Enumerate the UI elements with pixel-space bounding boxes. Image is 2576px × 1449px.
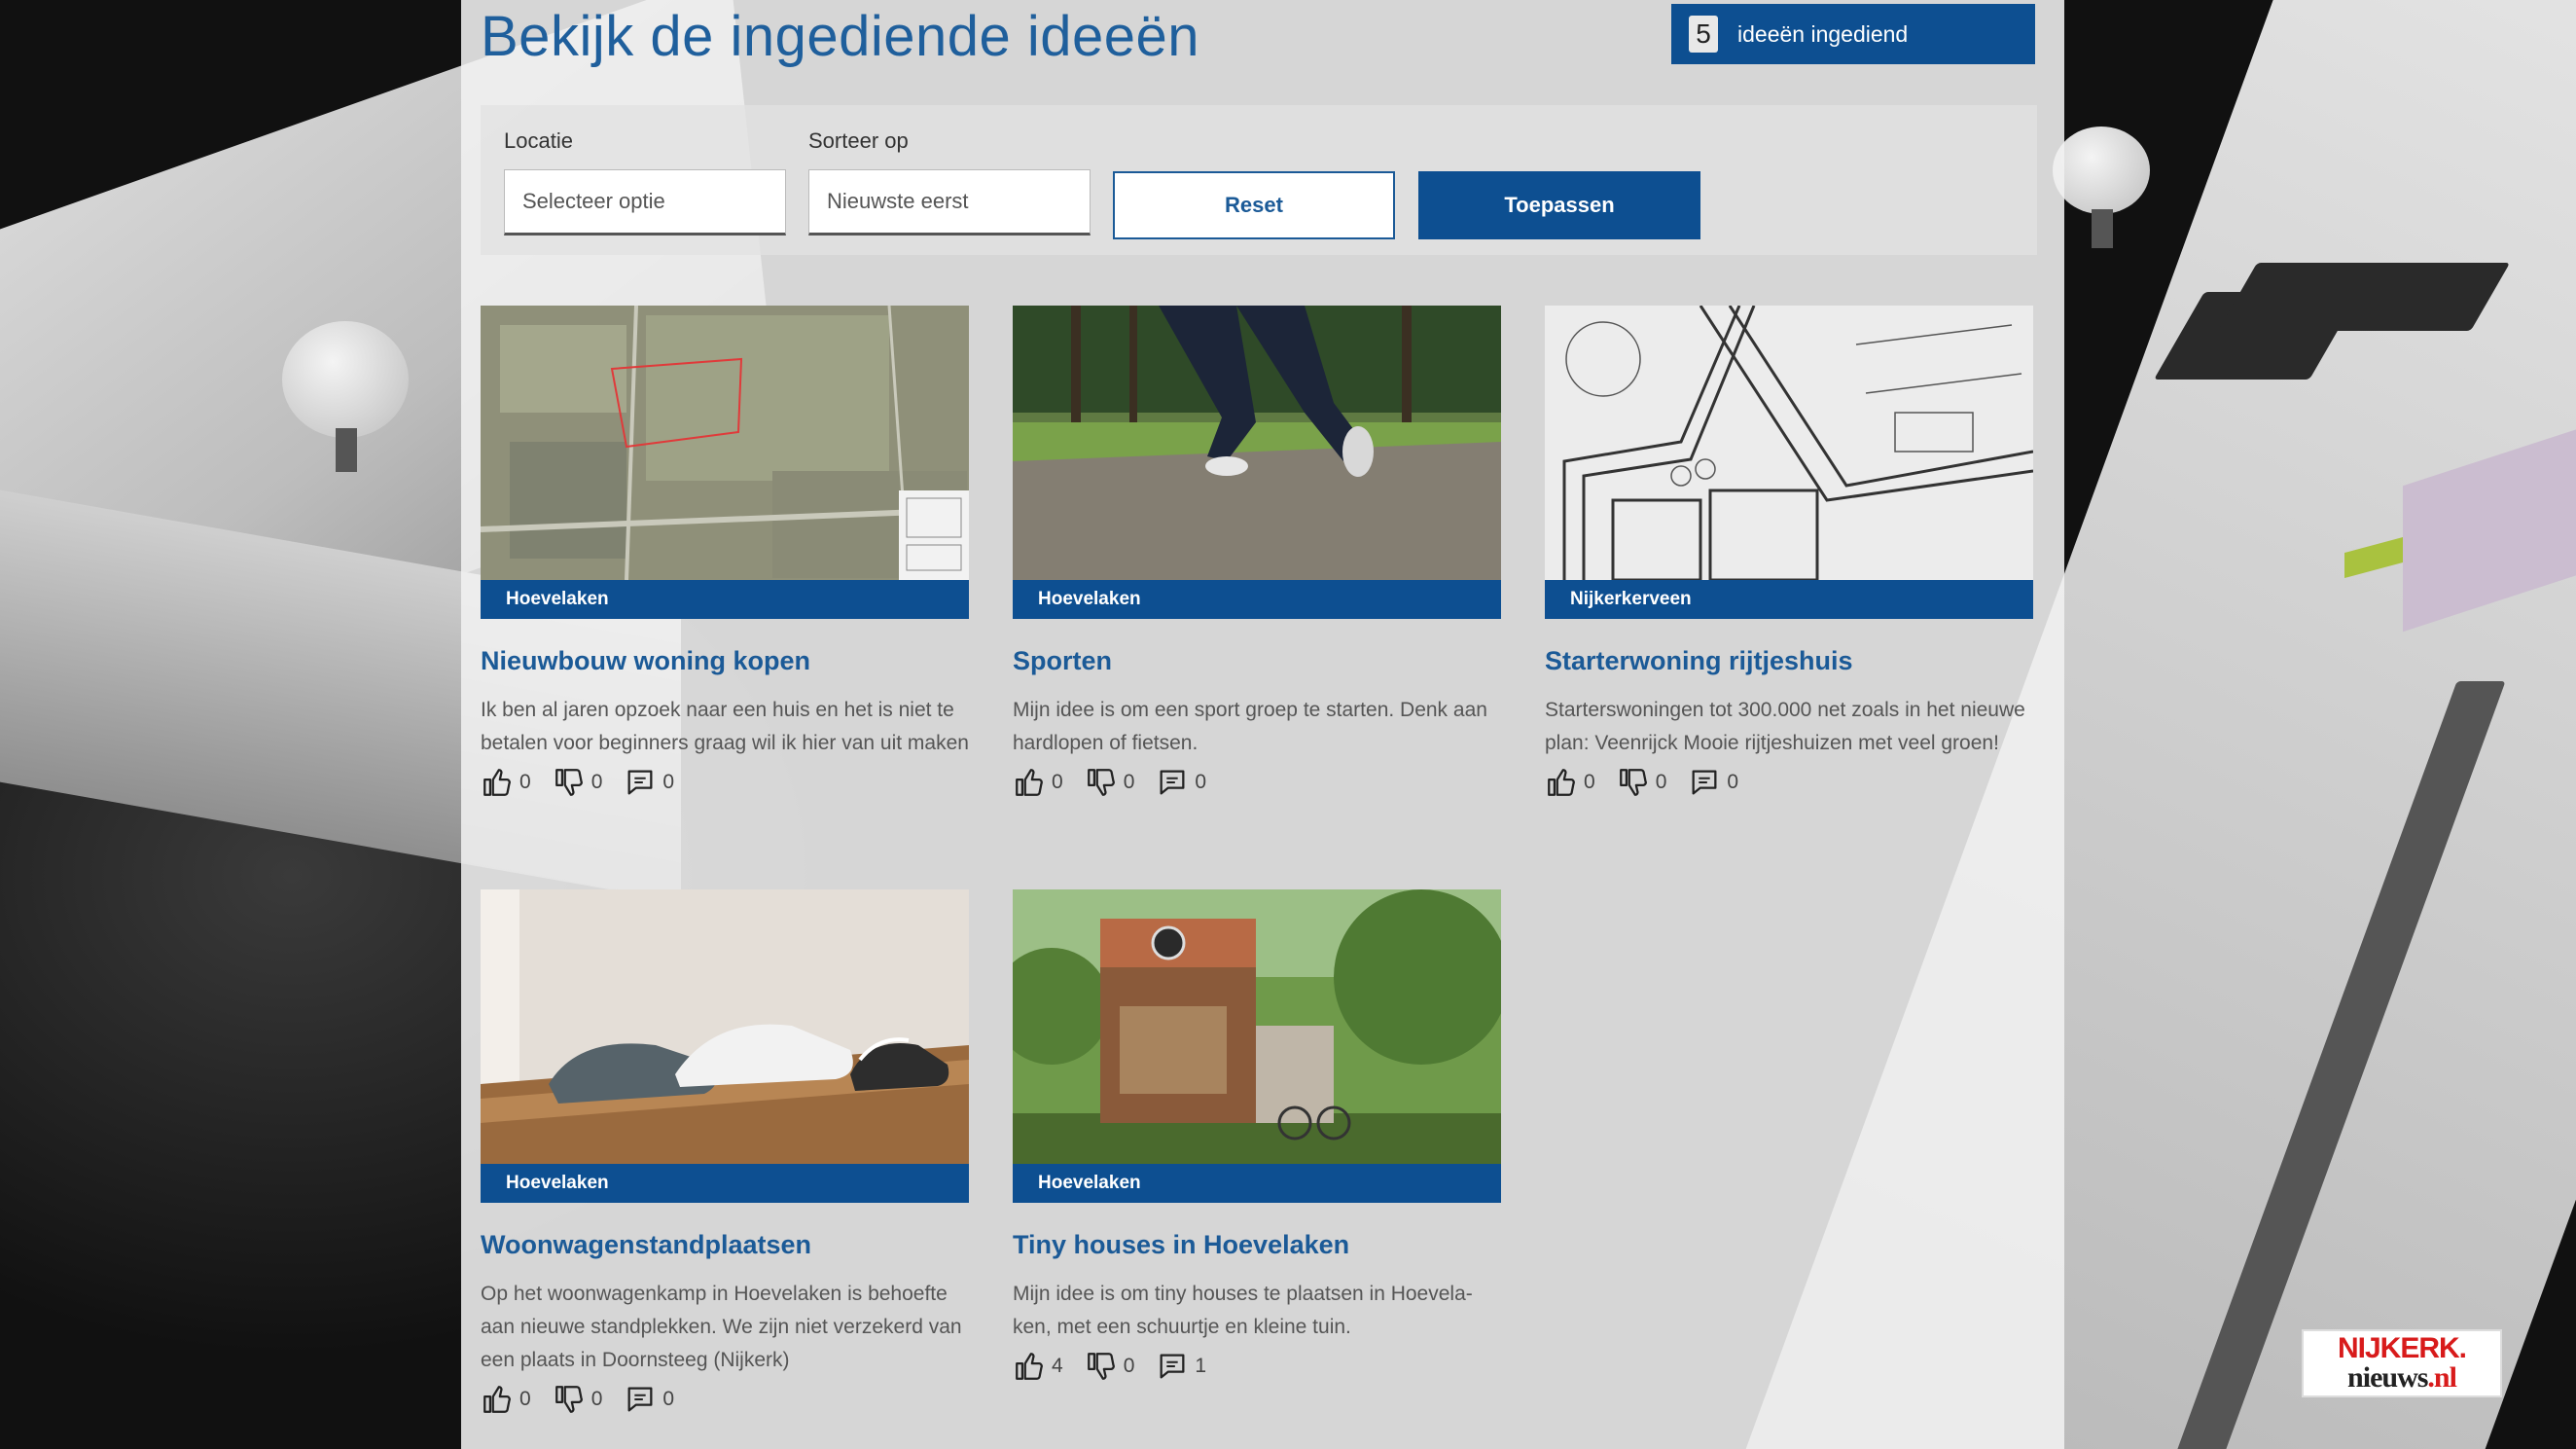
- dislike-button[interactable]: 0: [1085, 1350, 1135, 1383]
- thumbs-up-icon: [483, 1386, 511, 1413]
- comment-count: 1: [1195, 1355, 1207, 1377]
- dislike-count: 0: [1123, 1355, 1135, 1377]
- thumbs-down-icon: [1087, 769, 1115, 796]
- comment-icon: [627, 770, 653, 795]
- idea-title[interactable]: Woonwagenstandplaatsen: [481, 1230, 969, 1260]
- location-select[interactable]: Selecteer optie: [504, 169, 786, 235]
- dislike-button[interactable]: 0: [553, 1383, 603, 1416]
- idea-image-aerial-map[interactable]: [481, 306, 969, 580]
- comment-icon: [1692, 770, 1717, 795]
- logo-line-2a: nieuws: [2347, 1361, 2428, 1394]
- idea-card[interactable]: Hoevelaken Sporten Mijn idee is om een s…: [1013, 306, 1501, 799]
- ideas-count-label: ideeën ingediend: [1737, 20, 1909, 47]
- thumbs-up-icon: [1016, 769, 1043, 796]
- ideas-page: Bekijk de ingediende ideeën 5 ideeën ing…: [461, 0, 2064, 1449]
- logo-line-1: NIJKERK.: [2337, 1332, 2467, 1364]
- comment-button[interactable]: 0: [624, 1383, 674, 1416]
- like-count: 0: [1584, 771, 1595, 793]
- idea-description: Starterswoningen tot 300.000 net zoals i…: [1545, 699, 2025, 754]
- dislike-count: 0: [1655, 771, 1667, 793]
- dislike-count: 0: [590, 771, 603, 793]
- idea-location-tag: Hoevelaken: [481, 1164, 969, 1203]
- idea-image-tiny-house[interactable]: [1013, 889, 1501, 1164]
- reset-button[interactable]: Reset: [1113, 171, 1395, 239]
- like-button[interactable]: 0: [1013, 766, 1063, 799]
- comment-count: 0: [662, 771, 675, 793]
- idea-title[interactable]: Starterwoning rijtjeshuis: [1545, 646, 2033, 676]
- idea-stats: 4 0 1: [1013, 1350, 1501, 1383]
- idea-description: Mijn idee is om een sport groep te start…: [1013, 699, 1487, 754]
- comment-button[interactable]: 0: [1688, 766, 1738, 799]
- filter-bar: Locatie Selecteer optie Sorteer op Nieuw…: [481, 105, 2037, 255]
- idea-location-tag: Nijkerkerveen: [1545, 580, 2033, 619]
- page-title: Bekijk de ingediende ideeën: [481, 5, 1200, 68]
- idea-image-shoes-on-doormat[interactable]: [481, 889, 969, 1164]
- idea-image-floor-plan[interactable]: [1545, 306, 2033, 580]
- idea-stats: 0 0 0: [1545, 766, 2033, 799]
- thumbs-down-icon: [1087, 1353, 1115, 1380]
- idea-image-runner[interactable]: [1013, 306, 1501, 580]
- idea-stats: 0 0 0: [1013, 766, 1501, 799]
- ideas-count-badge: 5 ideeën ingediend: [1671, 4, 2035, 64]
- like-button[interactable]: 0: [481, 766, 531, 799]
- thumbs-down-icon: [555, 1386, 583, 1413]
- comment-icon: [1160, 770, 1185, 795]
- thumbs-up-icon: [1548, 769, 1575, 796]
- comment-icon: [627, 1387, 653, 1412]
- thumbs-up-icon: [483, 769, 511, 796]
- apply-button[interactable]: Toepassen: [1418, 171, 1700, 239]
- sort-label: Sorteer op: [808, 128, 909, 153]
- dislike-button[interactable]: 0: [553, 766, 603, 799]
- idea-stats: 0 0 0: [481, 1383, 969, 1416]
- thumbs-down-icon: [1619, 769, 1647, 796]
- idea-description: Op het woonwagenkamp in Hoevelaken is be…: [481, 1283, 962, 1371]
- like-button[interactable]: 4: [1013, 1350, 1063, 1383]
- idea-title[interactable]: Nieuwbouw woning kopen: [481, 646, 969, 676]
- comment-count: 0: [1195, 771, 1207, 793]
- comment-button[interactable]: 0: [1156, 766, 1206, 799]
- logo-line-2: nieuws.nl: [2347, 1361, 2457, 1394]
- like-count: 0: [1052, 771, 1063, 793]
- idea-card[interactable]: Hoevelaken Tiny houses in Hoevelaken Mij…: [1013, 889, 1501, 1383]
- like-button[interactable]: 0: [481, 1383, 531, 1416]
- idea-description: Ik ben al jaren opzoek naar een huis en …: [481, 699, 969, 754]
- idea-title[interactable]: Tiny houses in Hoevelaken: [1013, 1230, 1501, 1260]
- dislike-count: 0: [590, 1388, 603, 1410]
- thumbs-up-icon: [1016, 1353, 1043, 1380]
- idea-description: Mijn idee is om tiny houses te plaatsen …: [1013, 1283, 1473, 1338]
- like-button[interactable]: 0: [1545, 766, 1595, 799]
- idea-stats: 0 0 0: [481, 766, 969, 799]
- idea-location-tag: Hoevelaken: [1013, 580, 1501, 619]
- comment-count: 0: [662, 1388, 675, 1410]
- dislike-button[interactable]: 0: [1617, 766, 1667, 799]
- ideas-count-number: 5: [1689, 16, 1718, 53]
- idea-card[interactable]: Hoevelaken Nieuwbouw woning kopen Ik ben…: [481, 306, 969, 799]
- like-count: 0: [519, 1388, 531, 1410]
- sort-select[interactable]: Nieuwste eerst: [808, 169, 1091, 235]
- dislike-button[interactable]: 0: [1085, 766, 1135, 799]
- location-label: Locatie: [504, 128, 573, 153]
- thumbs-down-icon: [555, 769, 583, 796]
- comment-icon: [1160, 1354, 1185, 1379]
- dislike-count: 0: [1123, 771, 1135, 793]
- idea-title[interactable]: Sporten: [1013, 646, 1501, 676]
- idea-location-tag: Hoevelaken: [481, 580, 969, 619]
- idea-location-tag: Hoevelaken: [1013, 1164, 1501, 1203]
- comment-button[interactable]: 0: [624, 766, 674, 799]
- idea-card[interactable]: Nijkerkerveen Starterwoning rijtjeshuis …: [1545, 306, 2033, 799]
- like-count: 0: [519, 771, 531, 793]
- like-count: 4: [1052, 1355, 1063, 1377]
- comment-button[interactable]: 1: [1156, 1350, 1206, 1383]
- comment-count: 0: [1727, 771, 1739, 793]
- nijkerk-nieuws-logo: NIJKERK. nieuws.nl: [2302, 1329, 2502, 1397]
- idea-card[interactable]: Hoevelaken Woonwagenstandplaatsen Op het…: [481, 889, 969, 1416]
- logo-line-2b: .nl: [2427, 1361, 2457, 1394]
